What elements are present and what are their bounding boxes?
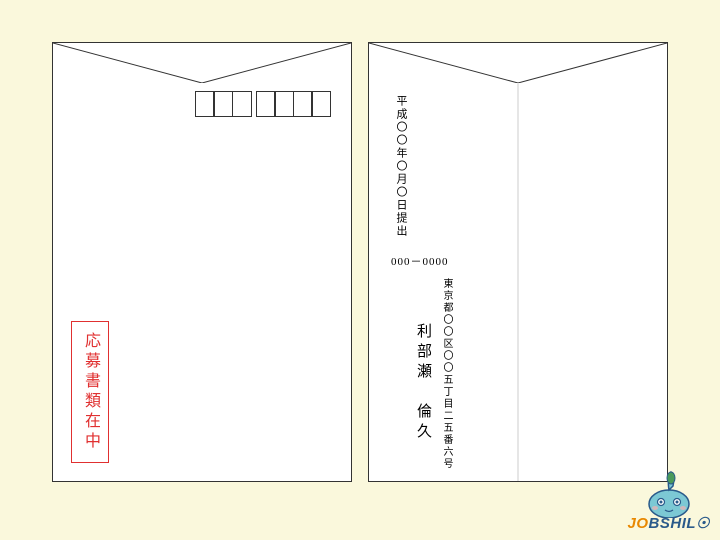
brand-logo: JOBSHIL☉	[628, 466, 710, 532]
postal-box	[195, 91, 215, 117]
postal-code-boxes	[196, 91, 331, 117]
postal-box	[232, 91, 252, 117]
envelope-fold-line	[518, 83, 519, 481]
postal-box	[293, 91, 313, 117]
logo-text-part1: JO	[628, 515, 649, 532]
postal-box	[213, 91, 233, 117]
mascot-icon	[639, 466, 699, 518]
sender-postal-code: 000－0000	[391, 253, 449, 269]
postal-box	[256, 91, 276, 117]
envelope-front: 応募書類在中	[52, 42, 352, 482]
postal-box	[311, 91, 331, 117]
sender-address: 東京都〇〇区〇〇五丁目二五番六号	[439, 278, 454, 470]
logo-text-part2: BSHIL☉	[649, 515, 710, 532]
envelope-flap	[53, 43, 351, 83]
logo-text: JOBSHIL☉	[628, 514, 710, 532]
submission-date: 平成〇〇年〇月〇日提出	[393, 95, 409, 238]
envelope-back: 平成〇〇年〇月〇日提出 000－0000 東京都〇〇区〇〇五丁目二五番六号 利部…	[368, 42, 668, 482]
envelope-pair: 応募書類在中 平成〇〇年〇月〇日提出 000－0000 東京都〇〇区〇〇五丁目二…	[0, 0, 720, 482]
envelope-flap	[369, 43, 667, 83]
sender-name: 利部瀬 倫久	[413, 323, 434, 443]
document-stamp: 応募書類在中	[71, 321, 109, 463]
postal-box	[274, 91, 294, 117]
